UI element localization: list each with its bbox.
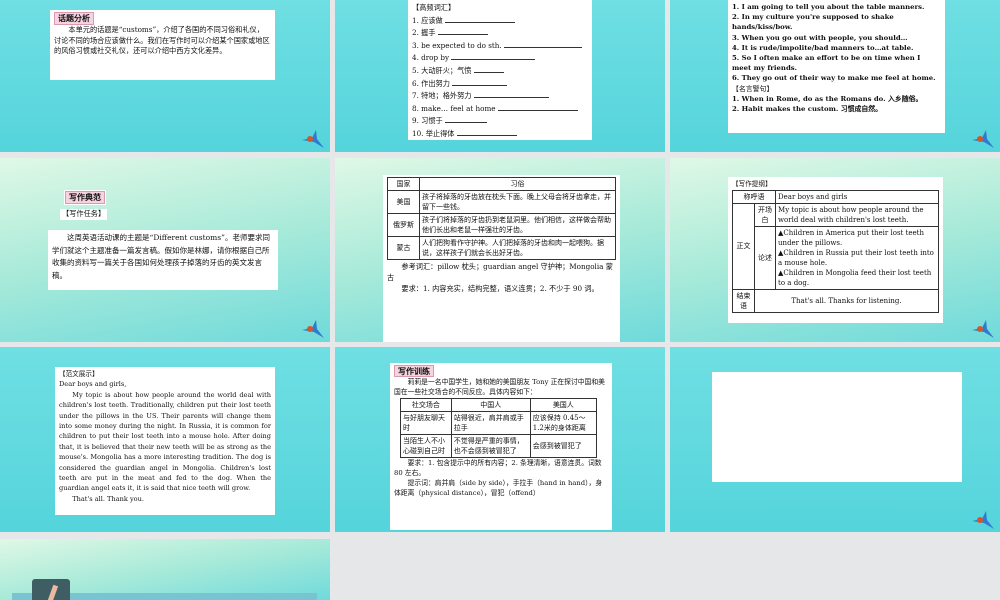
table-row: 与好朋友聊天时 站得很近，肩并肩或手拉手 应该保持 0.45～1.2米的身体距离: [400, 410, 597, 435]
slide-thumbnail-4[interactable]: 写作典范 【写作任务】 这周英语活动课的主题是“Different custom…: [0, 158, 330, 342]
slide-thumbnail-3[interactable]: 1. I am going to tell you about the tabl…: [670, 0, 1000, 152]
table-row: 蒙古 人们把狗看作守护神。人们把掉落的牙齿和肉一起喂狗。据说，这样孩子们就会长出好…: [387, 236, 616, 260]
essay-heading: 【范文展示】: [59, 370, 99, 378]
table-row: 美国 孩子将掉落的牙齿放在枕头下面。晚上父母会将牙齿拿走，并留下一些钱。: [387, 190, 616, 214]
practice-hints: 提示词：肩并肩（side by side），手拉手（hand in hand），…: [394, 479, 603, 498]
vocab-item: 2. 握手: [412, 27, 588, 40]
customs-table: 国家 习俗 美国 孩子将掉落的牙齿放在枕头下面。晚上父母会将牙齿拿走，并留下一些钱。…: [387, 177, 616, 260]
parrot-icon: [302, 320, 324, 338]
parrot-icon: [972, 511, 994, 529]
table-header: 习俗: [419, 177, 616, 191]
sentences-box: 1. I am going to tell you about the tabl…: [728, 0, 945, 133]
table-row: 当陌生人不小心碰到自己时 不觉得是严重的事情，也不会感到被冒犯了 会感到被冒犯了: [400, 433, 597, 458]
table-header: 国家: [387, 177, 420, 191]
slide-thumbnail-10[interactable]: [0, 539, 330, 600]
vocab-item: 6. 作出努力: [412, 78, 588, 91]
table-row: 俄罗斯 孩子们将掉落的牙齿扔到老鼠洞里。他们相信，这样做会帮助他们长出和老鼠一样强…: [387, 213, 616, 237]
slide-thumbnail-5[interactable]: 国家 习俗 美国 孩子将掉落的牙齿放在枕头下面。晚上父母会将牙齿拿走，并留下一些钱。…: [335, 158, 665, 342]
sample-essay-box: 【范文展示】 Dear boys and girls, My topic is …: [55, 367, 275, 515]
section-tag: 写作训练: [394, 365, 434, 378]
vocab-item: 1. 应该做: [412, 15, 588, 28]
slide-4-tag-box: 写作典范: [64, 190, 106, 205]
slide-thumbnail-1[interactable]: 话题分析 本单元的话题是“customs”，介绍了各国的不同习俗和礼仪，讨论不同…: [0, 0, 330, 152]
quote-item: 2. Habit makes the custom. 习惯成自然。: [732, 105, 883, 114]
practice-box: 写作训练 莉莉是一名中国学生，她和她的美国朋友 Tony 正在探讨中国和美国在一…: [390, 363, 612, 530]
sentence-item: 2. In my culture you're supposed to shak…: [732, 13, 894, 32]
customs-box: 国家 习俗 美国 孩子将掉落的牙齿放在枕头下面。晚上父母会将牙齿拿走，并留下一些钱。…: [383, 175, 620, 342]
section-tag: 写作典范: [65, 191, 105, 204]
vocab-item: 7. 特地；格外努力: [412, 90, 588, 103]
vocab-item: 3. be expected to do sth.: [412, 40, 588, 53]
sentence-item: 5. So I often make an effort to be on ti…: [732, 54, 921, 73]
topic-text: 本单元的话题是“customs”，介绍了各国的不同习俗和礼仪，讨论不同的场合应该…: [54, 24, 270, 56]
slide-thumbnail-7[interactable]: 【范文展示】 Dear boys and girls, My topic is …: [0, 347, 330, 532]
quote-item: 1. When in Rome, do as the Romans do. 入乡…: [732, 94, 923, 103]
slide-thumbnail-8[interactable]: 写作训练 莉莉是一名中国学生，她和她的美国朋友 Tony 正在探讨中国和美国在一…: [335, 347, 665, 532]
sentence-item: 4. It is rude/impolite/bad manners to…at…: [732, 43, 914, 52]
task-subheading: 【写作任务】: [60, 209, 108, 220]
outline-heading: 【写作提纲】: [732, 180, 772, 188]
blank-textbox: [712, 372, 962, 482]
vocab-item: 10. 举止得体: [412, 128, 588, 141]
reference-vocab: 参考词汇：pillow 枕头；guardian angel 守护神；Mongol…: [387, 262, 613, 282]
outline-table: 称呼语 Dear boys and girls 正文 开场白 My topic is …: [731, 189, 939, 313]
chalkboard-image: [32, 579, 70, 600]
essay-greeting: Dear boys and girls,: [59, 380, 127, 389]
sentence-item: 6. They go out of their way to make me f…: [732, 74, 936, 83]
practice-table: 社交场合 中国人 美国人 与好朋友聊天时 站得很近，肩并肩或手拉手 应该保持 0.45～…: [400, 397, 597, 458]
parrot-icon: [972, 320, 994, 338]
task-text: 这周英语活动课的主题是“Different customs”。老师要求同学们就这…: [48, 230, 278, 290]
parrot-icon: [972, 130, 994, 148]
requirements: 要求：1. 内容充实，结构完整，语义连贯；2. 不少于 90 词。: [401, 283, 599, 293]
slide-thumbnail-9[interactable]: [670, 347, 1000, 532]
parrot-icon: [302, 130, 324, 148]
outline-box: 【写作提纲】 称呼语 Dear boys and girls 正文 开场白 My to…: [728, 177, 943, 323]
vocab-item: 5. 大动肝火；气愤: [412, 65, 588, 78]
vocab-item: 9. 习惯于: [412, 115, 588, 128]
practice-intro: 莉莉是一名中国学生，她和她的美国朋友 Tony 正在探讨中国和美国在一些社交场合…: [394, 378, 605, 397]
essay-body: My topic is about how people around the …: [59, 390, 271, 493]
vocab-item: 4. drop by: [412, 52, 588, 65]
sentence-item: 1. I am going to tell you about the tabl…: [732, 3, 925, 11]
vocab-item: 8. make… feel at home: [412, 103, 588, 116]
essay-closing: That's all. Thank you.: [72, 494, 144, 503]
slide-1-textbox: 话题分析 本单元的话题是“customs”，介绍了各国的不同习俗和礼仪，讨论不同…: [50, 10, 275, 80]
quotes-heading: 【名言警句】: [732, 84, 774, 93]
sentence-item: 3. When you go out with people, you shou…: [732, 33, 908, 42]
practice-requirements: 要求：1. 包含提示中的所有内容；2. 条理清晰，语意连贯。词数 80 左右。: [394, 458, 602, 477]
slide-thumbnail-2[interactable]: 【高频词汇】 1. 应该做 2. 握手 3. be expected to do…: [335, 0, 665, 152]
topic-tag: 话题分析: [54, 12, 94, 25]
vocab-heading: 【高频词汇】: [412, 3, 456, 12]
vocab-box: 【高频词汇】 1. 应该做 2. 握手 3. be expected to do…: [408, 0, 592, 140]
slide-thumbnail-6[interactable]: 【写作提纲】 称呼语 Dear boys and girls 正文 开场白 My to…: [670, 158, 1000, 342]
